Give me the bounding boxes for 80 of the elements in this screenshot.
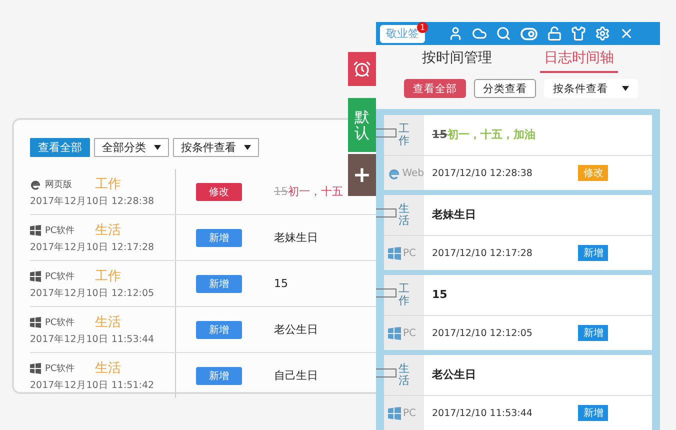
category-label: 生活 [398,202,410,228]
settings-icon[interactable] [595,26,610,42]
source-label: 网页版 [45,178,73,190]
action-tag: 新增 [578,405,608,422]
category-label: 工作 [95,176,121,193]
category-label: 生活 [95,314,121,331]
caret-icon [154,145,161,150]
category-label: 生活 [95,360,121,377]
caret-icon [622,86,629,92]
bracket-icon [376,368,398,378]
note-text: 15初一，十五，加油 [432,128,536,142]
filter-button[interactable]: 查看全部 [404,79,466,98]
note-text: 自己生日 [274,368,318,383]
browser-icon [30,178,41,190]
add-button[interactable]: 新增 [196,274,242,292]
note-text: 老妹生日 [274,230,318,245]
shirt-icon[interactable] [571,26,586,42]
timestamp: 2017年12月10日 12:12:05 [30,287,156,300]
bracket-icon [376,288,398,298]
note-text: 老公生日 [432,368,476,382]
view-tab[interactable]: 按时间管理 [418,45,496,74]
filter-select[interactable]: 按条件查看 [544,79,638,98]
timestamp: 2017年12月10日 12:28:38 [30,195,156,208]
user-icon[interactable] [448,26,463,42]
category-label: 生活 [95,222,121,239]
alarm-tab[interactable] [348,52,376,86]
source-label: PC软件 [45,316,76,328]
filter-select[interactable]: 按条件查看 [173,138,259,157]
caret-icon [244,145,251,150]
category-label: 工作 [398,122,410,148]
source-label: PC [403,248,416,259]
windows-icon [30,316,41,328]
note-text: 15初一，十五 [274,184,343,199]
add-button[interactable]: 新增 [196,228,242,246]
windows-icon [388,326,401,340]
view-tab[interactable]: 日志时间轴 [540,45,618,74]
source-label: PC软件 [45,224,76,236]
filter-button[interactable]: 分类查看 [474,79,536,98]
timestamp: 2017/12/10 11:53:44 [432,408,532,419]
note-text: 老公生日 [274,322,318,337]
windows-icon [30,362,41,374]
note-text: 15 [432,288,448,302]
timestamp: 2017/12/10 12:17:28 [432,248,532,259]
action-tag: 修改 [578,165,608,182]
source-label: PC [403,408,416,419]
browser-icon [388,166,400,180]
note-text: 老妹生日 [432,208,476,222]
source-label: PC [403,328,416,339]
action-tag: 新增 [578,325,608,342]
notification-badge: 1 [417,22,428,33]
add-button[interactable]: 新增 [196,320,242,338]
edit-button[interactable]: 修改 [196,182,242,200]
add-button[interactable]: 新增 [196,366,242,384]
category-label: 工作 [398,282,410,308]
view-all-button[interactable]: 查看全部 [30,138,90,157]
category-label: 生活 [398,362,410,388]
note-text: 15 [274,277,288,290]
unlock-icon[interactable] [547,26,562,42]
action-tag: 新增 [578,245,608,262]
windows-icon [30,224,41,236]
source-label: PC软件 [45,270,76,282]
windows-icon [30,270,41,282]
category-tab[interactable]: 默认 [348,98,376,152]
alarm-clock-icon [353,60,371,78]
timestamp: 2017年12月10日 11:51:42 [30,379,156,392]
category-label: 工作 [95,268,121,285]
source-label: Web [402,168,424,179]
timestamp: 2017/12/10 12:12:05 [432,328,532,339]
timestamp: 2017年12月10日 11:53:44 [30,333,156,346]
add-tab[interactable]: + [348,154,376,196]
windows-icon [388,406,401,420]
search-icon[interactable] [496,26,511,42]
source-label: PC软件 [45,362,76,374]
timestamp: 2017年12月10日 12:17:28 [30,241,156,254]
timestamp: 2017/12/10 12:28:38 [432,168,532,179]
windows-icon [388,246,401,260]
bracket-icon [376,128,398,138]
cloud-icon[interactable] [472,26,487,42]
bracket-icon [376,208,398,218]
filter-select[interactable]: 全部分类 [94,138,169,157]
